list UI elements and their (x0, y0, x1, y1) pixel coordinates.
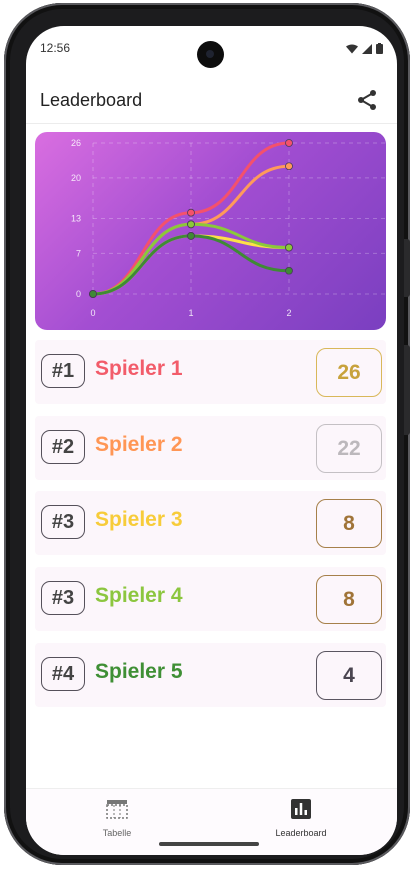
x-tick-label: 2 (286, 308, 291, 318)
rank-badge: #3 (41, 505, 85, 539)
table-icon (106, 800, 128, 819)
player-name: Spieler 4 (95, 584, 183, 607)
data-point (285, 162, 293, 171)
data-point (187, 232, 195, 240)
signal-icon (362, 43, 372, 54)
data-point (285, 266, 293, 275)
home-indicator (159, 842, 259, 846)
tab-label: Leaderboard (275, 828, 327, 838)
volume-button (404, 239, 410, 297)
score-box: 8 (316, 575, 382, 624)
line-chart: 0 7 13 20 26 0 1 2 (71, 138, 386, 318)
tab-label: Tabelle (102, 828, 132, 838)
phone-frame: 12:56 Leaderboard 0 7 13 20 26 0 1 2 #1 Spieler… (4, 3, 410, 865)
power-button (404, 345, 410, 435)
front-camera (197, 41, 224, 68)
leaderboard-row[interactable]: #1 Spieler 1 26 (35, 340, 386, 404)
rank-badge: #4 (41, 657, 85, 691)
tab-leaderboard[interactable]: Leaderboard (256, 799, 346, 838)
player-name: Spieler 1 (95, 357, 183, 380)
battery-icon (376, 43, 383, 54)
app-bar: Leaderboard (26, 78, 397, 124)
player-name: Spieler 2 (95, 433, 183, 456)
y-tick-label: 0 (76, 289, 81, 299)
y-tick-label: 26 (71, 138, 81, 148)
y-tick-label: 7 (76, 248, 81, 258)
x-tick-label: 1 (188, 308, 193, 318)
leaderboard-row[interactable]: #3 Spieler 4 8 (35, 567, 386, 631)
rank-badge: #1 (41, 354, 85, 388)
player-name: Spieler 3 (95, 508, 183, 531)
data-point (285, 139, 293, 147)
leaderboard-row[interactable]: #2 Spieler 2 22 (35, 416, 386, 480)
rank-badge: #3 (41, 581, 85, 615)
score-box: 26 (316, 348, 382, 397)
data-point (89, 290, 97, 298)
status-time: 12:56 (40, 41, 71, 55)
share-icon[interactable] (355, 88, 379, 112)
status-bar: 12:56 (26, 26, 397, 70)
y-tick-label: 20 (71, 173, 81, 183)
x-tick-label: 0 (90, 308, 95, 318)
score-chart: 0 7 13 20 26 0 1 2 (35, 132, 386, 330)
data-point (187, 220, 195, 229)
page-title: Leaderboard (40, 90, 143, 110)
data-point (187, 208, 195, 217)
leaderboard-row[interactable]: #3 Spieler 3 8 (35, 491, 386, 555)
data-point (285, 243, 293, 252)
y-tick-label: 13 (71, 214, 81, 224)
tab-tabelle[interactable]: Tabelle (72, 799, 162, 838)
player-name: Spieler 5 (95, 660, 183, 683)
score-box: 8 (316, 499, 382, 548)
screen: 12:56 Leaderboard 0 7 13 20 26 0 1 2 #1 Spieler… (26, 26, 397, 855)
score-box: 4 (316, 651, 382, 700)
rank-badge: #2 (41, 430, 85, 464)
bar-chart-icon (291, 799, 311, 819)
score-box: 22 (316, 424, 382, 473)
wifi-icon (346, 44, 358, 53)
leaderboard-row[interactable]: #4 Spieler 5 4 (35, 643, 386, 707)
